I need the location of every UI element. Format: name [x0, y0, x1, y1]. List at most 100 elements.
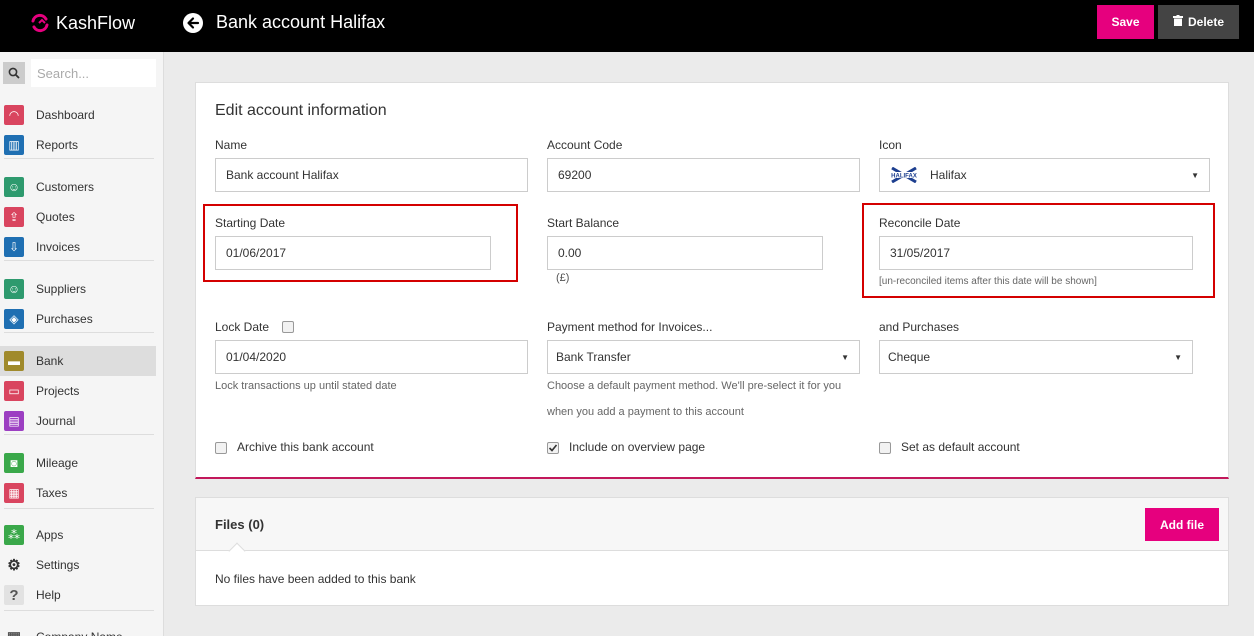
purchases-method-select[interactable]: Cheque ▼ [879, 340, 1193, 374]
lock-date-label: Lock Date [215, 320, 270, 334]
sidebar-divider [4, 508, 154, 509]
sidebar-item-label: Bank [36, 354, 64, 368]
chevron-down-icon: ▼ [1191, 170, 1199, 180]
icon-select[interactable]: HALIFAX Halifax ▼ [879, 158, 1210, 192]
sidebar-item-help[interactable]: ? Help [0, 580, 156, 610]
settings-gear-icon: ⚙ [7, 557, 21, 574]
overview-checkbox[interactable] [547, 442, 559, 454]
form-title: Edit account information [215, 102, 387, 119]
customers-people-icon: ☺ [4, 177, 24, 197]
sidebar-item-label: Projects [36, 384, 80, 398]
sidebar-item-label: Mileage [36, 456, 79, 470]
payment-method-value: Bank Transfer [556, 350, 631, 364]
sidebar-divider [4, 610, 154, 611]
sidebar-item-label: Invoices [36, 240, 81, 254]
files-empty-text: No files have been added to this bank [215, 572, 416, 586]
apps-nodes-icon: ⁂ [4, 525, 24, 545]
logo[interactable]: KashFlow [30, 12, 135, 34]
sidebar-item-label: Quotes [36, 210, 75, 224]
payment-method-help-2: when you add a payment to this account [547, 406, 744, 418]
sidebar-item-purchases[interactable]: ◈ Purchases [0, 304, 156, 334]
delete-label: Delete [1187, 15, 1225, 29]
sidebar-item-journal[interactable]: ▤ Journal [0, 406, 156, 436]
sidebar-item-invoices[interactable]: ⇩ Invoices [0, 232, 156, 262]
sidebar-item-company-name[interactable]: ▦ Company Name [0, 622, 156, 636]
search-icon[interactable] [3, 62, 25, 84]
sidebar-item-label: Taxes [36, 486, 68, 500]
page-title: Bank account Halifax [216, 12, 386, 32]
sidebar-item-reports[interactable]: ▥ Reports [0, 130, 156, 160]
sidebar-item-label: Journal [36, 414, 76, 428]
account-code-label: Account Code [547, 138, 623, 152]
bank-wallet-icon: ▬ [4, 351, 24, 371]
icon-label: Icon [879, 138, 902, 152]
payment-method-help-1: Choose a default payment method. We'll p… [547, 380, 842, 392]
sidebar-item-suppliers[interactable]: ☺ Suppliers [0, 274, 156, 304]
overview-label: Include on overview page [569, 440, 706, 454]
payment-method-select[interactable]: Bank Transfer ▼ [547, 340, 860, 374]
lock-date-field[interactable]: 01/04/2020 [215, 340, 528, 374]
reports-chart-icon: ▥ [4, 135, 24, 155]
save-button[interactable]: Save [1097, 5, 1154, 39]
search-input[interactable] [31, 59, 156, 87]
sidebar: ◠ Dashboard ▥ Reports ☺ Customers ⇪ Quotes ⇩ Invo… [0, 52, 164, 636]
name-field[interactable]: Bank account Halifax [215, 158, 528, 192]
default-account-label: Set as default account [901, 440, 1020, 454]
sidebar-item-mileage[interactable]: ◙ Mileage [0, 448, 156, 478]
files-card: Files (0) Add file No files have been ad… [195, 497, 1229, 606]
purchases-tag-icon: ◈ [4, 309, 24, 329]
halifax-logo-icon: HALIFAX [888, 166, 920, 184]
sidebar-item-projects[interactable]: ▭ Projects [0, 376, 156, 406]
kashflow-logo-icon [30, 13, 50, 33]
start-balance-field[interactable]: 0.00 [547, 236, 823, 270]
suppliers-people-icon: ☺ [4, 279, 24, 299]
sidebar-item-label: Company Name [36, 630, 123, 636]
archive-checkbox[interactable] [215, 442, 227, 454]
reconcile-date-highlight [862, 203, 1215, 298]
quotes-upload-icon: ⇪ [4, 207, 24, 227]
sidebar-item-label: Reports [36, 138, 79, 152]
dashboard-gauge-icon: ◠ [4, 105, 24, 125]
archive-label: Archive this bank account [237, 440, 374, 454]
taxes-calculator-icon: ▦ [4, 483, 24, 503]
lock-date-checkbox[interactable] [282, 321, 294, 333]
sidebar-item-taxes[interactable]: ▦ Taxes [0, 478, 156, 508]
delete-button[interactable]: Delete [1158, 5, 1239, 39]
sidebar-item-label: Customers [36, 180, 95, 194]
sidebar-item-bank[interactable]: ▬ Bank [0, 346, 156, 376]
help-question-icon: ? [4, 585, 24, 605]
halifax-logo-text: HALIFAX [891, 174, 917, 180]
sidebar-item-label: Dashboard [36, 108, 95, 122]
company-building-icon: ▦ [4, 627, 24, 636]
app-name: KashFlow [56, 12, 136, 33]
add-file-button[interactable]: Add file [1145, 508, 1219, 541]
journal-book-icon: ▤ [4, 411, 24, 431]
sidebar-item-label: Help [36, 588, 61, 602]
sidebar-item-label: Purchases [36, 312, 93, 326]
currency-note: (£) [556, 272, 570, 284]
mileage-car-icon: ◙ [4, 453, 24, 473]
chevron-down-icon: ▼ [1174, 352, 1182, 362]
trash-icon [1172, 15, 1183, 29]
checkmark-icon [548, 444, 558, 452]
purchases-method-value: Cheque [888, 350, 931, 364]
payment-method-label: Payment method for Invoices... [547, 320, 713, 334]
default-account-checkbox[interactable] [879, 442, 891, 454]
sidebar-item-settings[interactable]: ⚙ Settings [0, 550, 156, 580]
chevron-down-icon: ▼ [841, 352, 849, 362]
purchases-method-label: and Purchases [879, 320, 960, 334]
starting-date-highlight [203, 204, 518, 282]
icon-select-value: Halifax [930, 168, 967, 182]
sidebar-item-apps[interactable]: ⁂ Apps [0, 520, 156, 550]
sidebar-item-dashboard[interactable]: ◠ Dashboard [0, 100, 156, 130]
projects-folder-icon: ▭ [4, 381, 24, 401]
files-title: Files (0) [215, 517, 265, 532]
sidebar-item-label: Settings [36, 558, 80, 572]
sidebar-item-quotes[interactable]: ⇪ Quotes [0, 202, 156, 232]
start-balance-label: Start Balance [547, 216, 620, 230]
sidebar-item-customers[interactable]: ☺ Customers [0, 172, 156, 202]
account-code-field[interactable]: 69200 [547, 158, 860, 192]
name-label: Name [215, 138, 248, 152]
sidebar-search [3, 59, 156, 87]
back-arrow-icon[interactable] [183, 13, 203, 33]
